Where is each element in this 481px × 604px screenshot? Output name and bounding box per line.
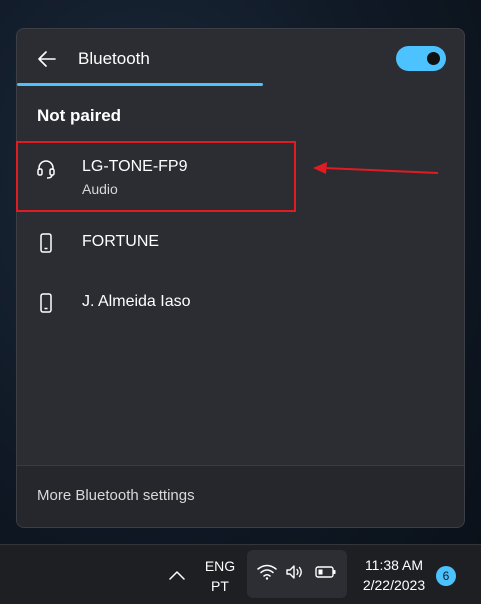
language-indicator[interactable]: ENG PT xyxy=(200,556,240,596)
notification-badge[interactable]: 6 xyxy=(436,566,456,586)
battery-icon xyxy=(315,566,336,578)
annotation-highlight-box xyxy=(16,141,296,212)
device-name: FORTUNE xyxy=(82,233,160,250)
phone-icon xyxy=(37,233,55,253)
quick-settings-tray[interactable] xyxy=(247,550,347,598)
panel-footer: More Bluetooth settings xyxy=(17,465,464,527)
taskbar: ENG PT 11:38 AM 2/22/2023 6 xyxy=(0,544,481,604)
bluetooth-toggle[interactable] xyxy=(396,46,446,71)
back-arrow-icon xyxy=(38,51,56,67)
more-bluetooth-settings-link[interactable]: More Bluetooth settings xyxy=(37,487,195,504)
clock-time: 11:38 AM xyxy=(364,557,424,573)
clock[interactable]: 11:38 AM 2/22/2023 xyxy=(356,555,432,595)
device-name: J. Almeida Iaso xyxy=(82,293,191,310)
clock-date: 2/22/2023 xyxy=(362,577,426,593)
panel-title: Bluetooth xyxy=(78,49,150,68)
device-item-j-almeida[interactable]: J. Almeida Iaso xyxy=(17,279,464,327)
phone-icon xyxy=(37,293,55,313)
language-code: ENG xyxy=(204,558,236,574)
scan-progress-fill xyxy=(17,83,263,86)
show-hidden-icons-button[interactable] xyxy=(166,565,188,585)
scan-progress-bar xyxy=(17,83,464,86)
bluetooth-panel: Bluetooth Not paired LG-TONE-FP9 Audio F… xyxy=(16,28,465,528)
toggle-knob xyxy=(427,52,440,65)
wifi-icon xyxy=(257,564,277,580)
keyboard-layout: PT xyxy=(211,578,229,594)
volume-icon xyxy=(286,565,302,579)
panel-header: Bluetooth xyxy=(17,29,464,87)
device-item-fortune[interactable]: FORTUNE xyxy=(17,219,464,267)
annotation-arrow-icon xyxy=(313,162,439,174)
back-button[interactable] xyxy=(33,45,61,73)
section-title: Not paired xyxy=(37,106,122,125)
chevron-up-icon xyxy=(169,571,185,580)
